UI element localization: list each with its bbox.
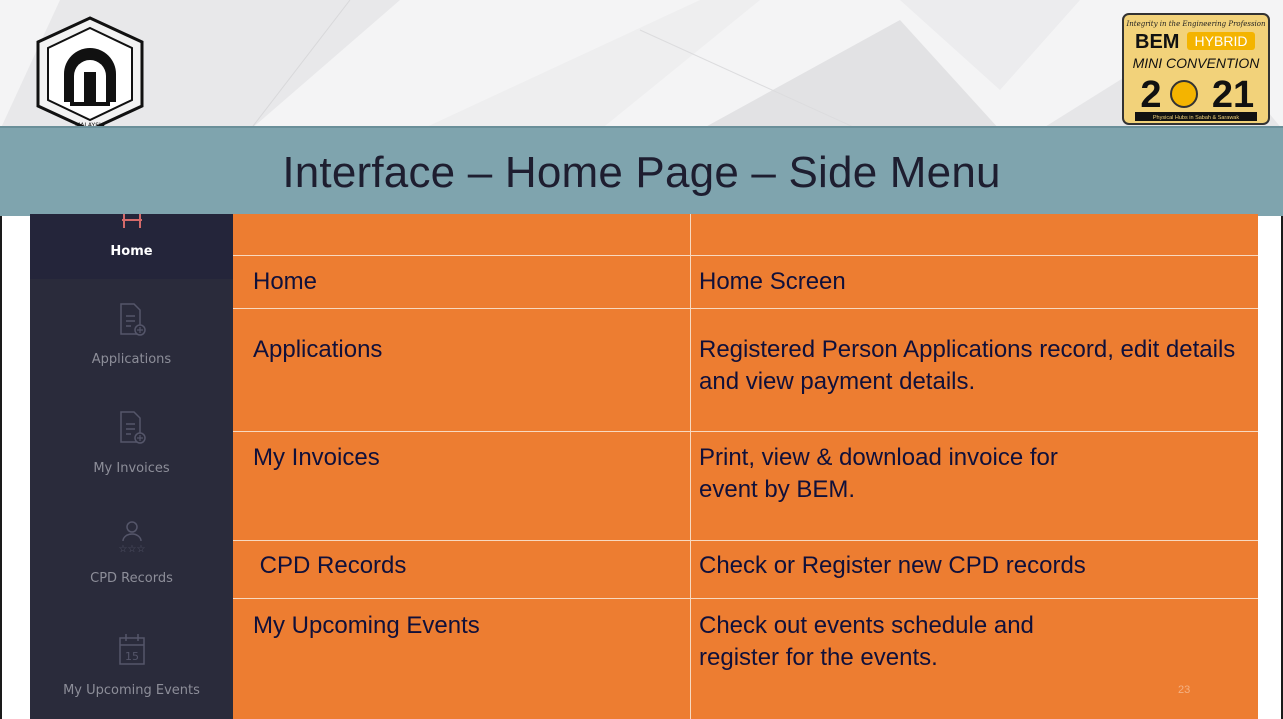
title-band: Interface – Home Page – Side Menu [0, 126, 1283, 216]
sidebar-item-applications[interactable]: Applications [30, 296, 233, 386]
table-cell-menu: My Upcoming Events [253, 612, 480, 639]
home-icon [121, 214, 142, 228]
sidebar-menu: Home Applications My Invoices ☆☆☆ CPD Re… [30, 214, 233, 719]
document-plus-icon [119, 411, 146, 444]
calendar-icon: 15 [118, 634, 145, 665]
document-plus-icon [119, 303, 146, 336]
table-cell-description: Check or Register new CPD records [699, 552, 1086, 579]
svg-text:2: 2 [1140, 74, 1161, 116]
page-number: 23 [1178, 684, 1191, 696]
sidebar-item-my-invoices[interactable]: My Invoices [30, 406, 233, 496]
table-row-divider [233, 308, 1258, 309]
table-cell-menu: Applications [253, 336, 383, 363]
table-cell-description: Registered Person Applications record, e… [699, 336, 1236, 395]
sidebar-item-label: My Invoices [93, 461, 170, 476]
user-stars-icon: ☆☆☆ [118, 521, 145, 554]
sidebar-item-label: CPD Records [90, 571, 173, 586]
table-cell-menu: CPD Records [253, 552, 407, 579]
sidebar-item-my-upcoming-events[interactable]: 15 My Upcoming Events [30, 626, 233, 719]
table-row-divider [233, 540, 1258, 541]
bem-hybrid-convention-logo: Integrity in the Engineering Profession … [1122, 13, 1270, 125]
bem-seal-logo: MALAYSIA [36, 16, 144, 132]
svg-text:MINI CONVENTION: MINI CONVENTION [1133, 55, 1261, 71]
svg-text:21: 21 [1212, 74, 1254, 116]
svg-text:BEM: BEM [1135, 31, 1179, 53]
table-row-divider [233, 255, 1258, 256]
table-row-divider [233, 431, 1258, 432]
background-decoration [0, 0, 1283, 130]
sidebar-item-home[interactable]: Home [30, 214, 233, 279]
svg-text:HYBRID: HYBRID [1195, 33, 1248, 49]
sidebar-item-label: Home [110, 244, 153, 259]
table-cell-menu: Home [253, 268, 318, 295]
svg-text:15: 15 [125, 650, 139, 663]
slide: MALAYSIA Integrity in the Engineering Pr… [0, 0, 1283, 719]
table-cell-menu: My Invoices [253, 444, 380, 471]
table-cell-description: Check out events schedule and register f… [699, 612, 1034, 671]
sidebar-item-cpd-records[interactable]: ☆☆☆ CPD Records [30, 516, 233, 606]
svg-text:☆☆☆: ☆☆☆ [118, 544, 145, 554]
table-cell-description: Home Screen [699, 268, 846, 295]
svg-text:Physical Hubs in Sabah & Saraw: Physical Hubs in Sabah & Sarawak [1153, 115, 1239, 121]
table-cell-description: Print, view & download invoice for event… [699, 444, 1058, 503]
sidebar-item-label: My Upcoming Events [63, 683, 200, 698]
svg-text:Integrity in the Engineering P: Integrity in the Engineering Profession [1125, 20, 1266, 28]
slide-title: Interface – Home Page – Side Menu [282, 148, 1001, 197]
sidebar-item-label: Applications [91, 352, 172, 367]
table-column-divider [690, 214, 691, 719]
table-row-divider [233, 598, 1258, 599]
